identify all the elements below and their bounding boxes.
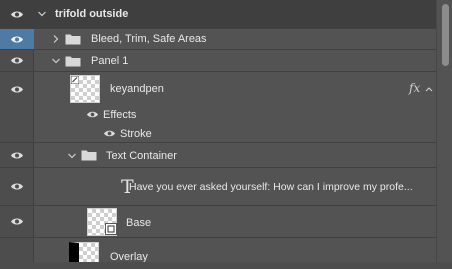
visibility-toggle[interactable]	[0, 206, 34, 237]
layer-row-bleed-trim-safe[interactable]: Bleed, Trim, Safe Areas	[0, 29, 436, 50]
folder-icon	[65, 34, 81, 45]
layer-name: Text Container	[106, 150, 177, 162]
layer-name: Bleed, Trim, Safe Areas	[91, 33, 207, 45]
visibility-toggle[interactable]	[0, 143, 34, 167]
eye-icon	[11, 183, 23, 190]
layer-row-text[interactable]: T Have you ever asked yourself: How can …	[0, 168, 436, 206]
scrollbar-thumb[interactable]	[442, 4, 449, 66]
visibility-toggle[interactable]	[0, 29, 34, 49]
chevron-down-icon[interactable]	[37, 9, 47, 19]
visibility-toggle[interactable]	[0, 168, 34, 205]
chevron-down-icon[interactable]	[67, 151, 77, 161]
eye-icon	[11, 218, 23, 225]
layer-name: Base	[126, 217, 152, 229]
layer-row-text-container[interactable]: Text Container	[0, 143, 436, 168]
shape-layer-badge-icon	[105, 223, 117, 235]
layer-row-panel-1[interactable]: Panel 1	[0, 50, 436, 72]
folder-icon	[65, 56, 81, 67]
scrollbar[interactable]	[436, 0, 452, 269]
folder-icon	[81, 150, 97, 161]
layer-name: Have you ever asked yourself: How can I …	[129, 181, 413, 193]
visibility-toggle[interactable]	[0, 50, 34, 71]
fx-icon[interactable]: fx	[409, 81, 420, 95]
eye-icon	[11, 86, 23, 92]
layer-row-trifold-outside[interactable]: trifold outside	[0, 0, 436, 29]
layer-name: Panel 1	[91, 55, 129, 67]
eye-icon[interactable]	[103, 129, 116, 138]
eye-icon	[11, 36, 23, 42]
layer-row-base[interactable]: Base	[0, 206, 436, 238]
layer-row-stroke[interactable]: Stroke	[0, 124, 436, 143]
layer-name: trifold outside	[55, 8, 129, 20]
layer-row-keyandpen[interactable]: keyandpen fx	[0, 72, 436, 106]
smart-object-badge-icon	[71, 76, 79, 84]
layer-row-effects[interactable]: Effects	[0, 106, 436, 124]
chevron-right-icon[interactable]	[51, 34, 61, 44]
eye-icon	[11, 57, 23, 64]
chevron-up-icon[interactable]	[425, 86, 433, 92]
eye-icon	[11, 152, 23, 158]
effects-label: Effects	[103, 109, 137, 121]
eye-icon	[11, 11, 23, 17]
eye-icon[interactable]	[86, 110, 99, 119]
stroke-effect-label: Stroke	[120, 128, 152, 140]
layer-name: keyandpen	[110, 83, 164, 95]
visibility-toggle[interactable]	[0, 72, 34, 106]
panel-footer	[0, 262, 452, 269]
chevron-down-icon[interactable]	[51, 56, 61, 66]
visibility-toggle[interactable]	[0, 0, 34, 28]
layers-panel: trifold outside Bleed, Trim, Safe Areas	[0, 0, 452, 269]
